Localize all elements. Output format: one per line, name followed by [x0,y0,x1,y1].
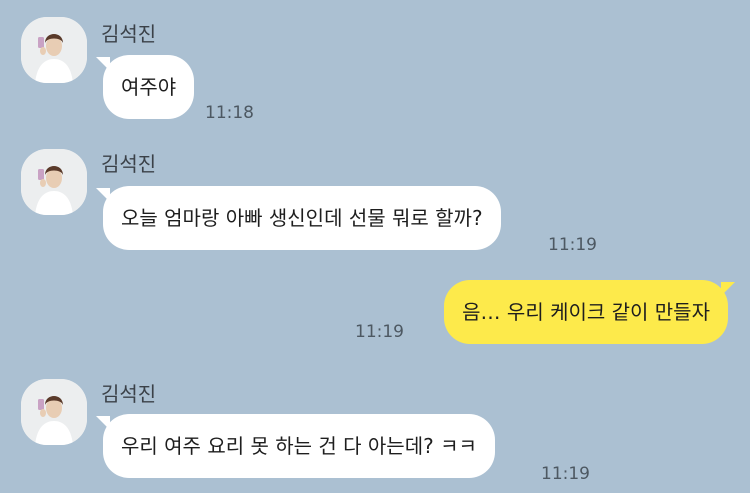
sender-name: 김석진 [101,22,157,46]
sender-name: 김석진 [101,152,157,176]
message-bubble-incoming[interactable]: 우리 여주 요리 못 하는 건 다 아는데? ㅋㅋ [96,414,495,478]
sender-avatar[interactable] [21,149,87,215]
message-text: 우리 여주 요리 못 하는 건 다 아는데? ㅋㅋ [121,434,477,458]
sender-name: 김석진 [101,382,157,406]
message-bubble-outgoing[interactable]: 음… 우리 케이크 같이 만들자 [444,280,735,344]
message-time: 11:19 [548,235,597,255]
message-text: 여주야 [121,75,177,99]
sender-avatar[interactable] [21,17,87,83]
sender-avatar[interactable] [21,379,87,445]
message-time: 11:19 [541,464,590,484]
message-time: 11:19 [355,322,404,342]
message-text: 오늘 엄마랑 아빠 생신인데 선물 뭐로 할까? [121,206,483,230]
message-time: 11:18 [205,103,254,123]
message-bubble-incoming[interactable]: 여주야 [95,55,195,119]
message-bubble-incoming[interactable]: 오늘 엄마랑 아빠 생신인데 선물 뭐로 할까? [96,186,501,250]
message-text: 음… 우리 케이크 같이 만들자 [462,300,710,324]
